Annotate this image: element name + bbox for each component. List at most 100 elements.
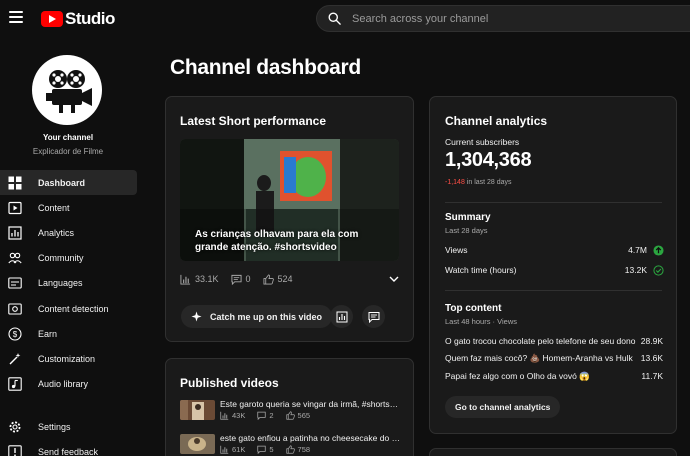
search-bar[interactable] [316,5,690,32]
trend-up-icon [653,245,664,256]
sidebar-item-label: Content detection [38,303,109,314]
latest-short-card: Latest Short performance As crianças olh… [165,96,414,342]
sidebar-item-community[interactable]: Community [0,246,137,271]
sidebar-item-analytics[interactable]: Analytics [0,220,137,245]
video-row[interactable]: este gato enfiou a patinha no cheesecake… [180,433,405,456]
metric-value: 4.7M [628,245,647,255]
comment-icon [230,274,242,285]
likes-stat: 524 [263,274,293,285]
short-caption: As crianças olhavam para ela com grande … [195,229,359,253]
search-input[interactable] [352,12,652,25]
video-thumbnail[interactable] [180,400,215,420]
studio-logo[interactable]: Studio [41,9,115,29]
analytics-button[interactable] [330,305,353,328]
next-card [429,448,677,456]
short-thumbnail[interactable]: As crianças olhavam para ela com grande … [180,139,399,261]
card-title: Published videos [180,376,279,390]
sidebar-item-label: Audio library [38,379,89,390]
delta-value: -1,148 [445,179,465,186]
thumbs-up-icon [285,411,295,420]
top-content-title-text: O gato trocou chocolate pelo telefone de… [445,336,636,346]
video-row[interactable]: Este garoto queria se vingar da irmã, #s… [180,399,405,428]
dashboard-icon [8,176,22,190]
top-content-views: 11.7K [641,371,663,381]
avatar[interactable] [32,55,102,125]
video-thumbnail[interactable] [180,434,215,454]
divider [445,202,662,203]
video-thumbnail-image [180,434,215,454]
languages-icon [8,277,22,289]
earn-icon: $ [8,327,22,341]
video-title[interactable]: este gato enfiou a patinha no cheesecake… [220,433,402,443]
likes-value: 758 [297,445,311,454]
logo-text: Studio [65,9,115,28]
catch-me-up-label: Catch me up on this video [210,311,323,322]
check-circle-icon [653,265,664,276]
subscribers-delta: -1,148 in last 28 days [445,179,512,186]
film-projector-icon [46,70,92,113]
sidebar-item-label: Content [38,202,70,213]
sidebar-item-earn[interactable]: $ Earn [0,321,137,346]
video-stats: 43K 2 565 [220,411,322,420]
go-to-channel-analytics-button[interactable]: Go to channel analytics [445,396,561,418]
views-value: 43K [232,411,246,420]
comment-icon [368,311,379,323]
search-icon[interactable] [327,11,342,26]
metric-row-views[interactable]: Views 4.7M [445,245,664,259]
views-value: 33.1K [195,274,219,284]
views-chart-icon [220,445,229,454]
video-thumbnail-image [180,400,215,420]
top-content-views: 13.6K [640,353,663,363]
sidebar: Your channel Explicador de Filme Dashboa… [0,36,140,456]
your-channel-label: Your channel [42,133,94,142]
sidebar-item-label: Community [38,253,84,264]
menu-icon[interactable] [9,11,23,25]
sparkle-icon [191,311,202,322]
sidebar-item-send-feedback[interactable]: Send feedback [0,439,137,456]
sidebar-bottom-nav: Settings Send feedback [0,414,137,456]
youtube-logo-icon [41,11,63,27]
sidebar-item-settings[interactable]: Settings [0,414,137,439]
content-icon [8,201,22,214]
sidebar-nav: Dashboard Content Analytics Community La… [0,170,137,397]
page-title: Channel dashboard [170,56,361,79]
metric-row-watch-time[interactable]: Watch time (hours) 13.2K [445,265,664,279]
sidebar-item-audio-library[interactable]: Audio library [0,372,137,397]
comments-button[interactable] [362,305,385,328]
sidebar-item-label: Settings [38,421,71,432]
chevron-down-icon[interactable] [388,273,400,285]
metric-value: 13.2K [624,265,647,275]
sidebar-item-content-detection[interactable]: Content detection [0,296,137,321]
summary-title: Summary [445,212,491,223]
top-content-title-text: Quem faz mais cocô? 💩 Homem-Aranha vs Hu… [445,353,633,363]
top-content-title: Top content [445,303,502,314]
sidebar-item-label: Analytics [38,227,75,238]
thumbs-up-icon [263,274,274,284]
sidebar-item-label: Send feedback [38,446,99,456]
views-stat: 33.1K [180,274,219,285]
summary-subtitle: Last 28 days [445,226,488,235]
sidebar-item-label: Languages [38,278,83,289]
channel-analytics-card: Channel analytics Current subscribers 1,… [429,96,677,434]
sidebar-item-content[interactable]: Content [0,195,137,220]
sidebar-item-label: Earn [38,328,58,339]
sidebar-item-label: Customization [38,353,96,364]
analytics-chart-icon [336,311,347,322]
sidebar-item-dashboard[interactable]: Dashboard [0,170,137,196]
audio-library-icon [8,377,22,391]
content-detection-icon [8,302,22,315]
customization-icon [9,352,21,365]
sidebar-item-languages[interactable]: Languages [0,271,137,296]
top-bar: Studio [0,0,690,36]
comments-value: 5 [269,445,274,454]
top-content-views: 28.9K [640,336,663,346]
sidebar-item-customization[interactable]: Customization [0,346,137,371]
catch-me-up-button[interactable]: Catch me up on this video [181,305,333,328]
top-content-title-text: Papai fez algo com o Olho da vovó 😱 [445,371,590,381]
comments-value: 2 [269,411,274,420]
delta-suffix: in last 28 days [464,179,512,186]
video-title[interactable]: Este garoto queria se vingar da irmã, #s… [220,399,402,409]
community-icon [8,252,22,264]
likes-value: 524 [277,274,293,284]
likes-value: 565 [297,411,311,420]
